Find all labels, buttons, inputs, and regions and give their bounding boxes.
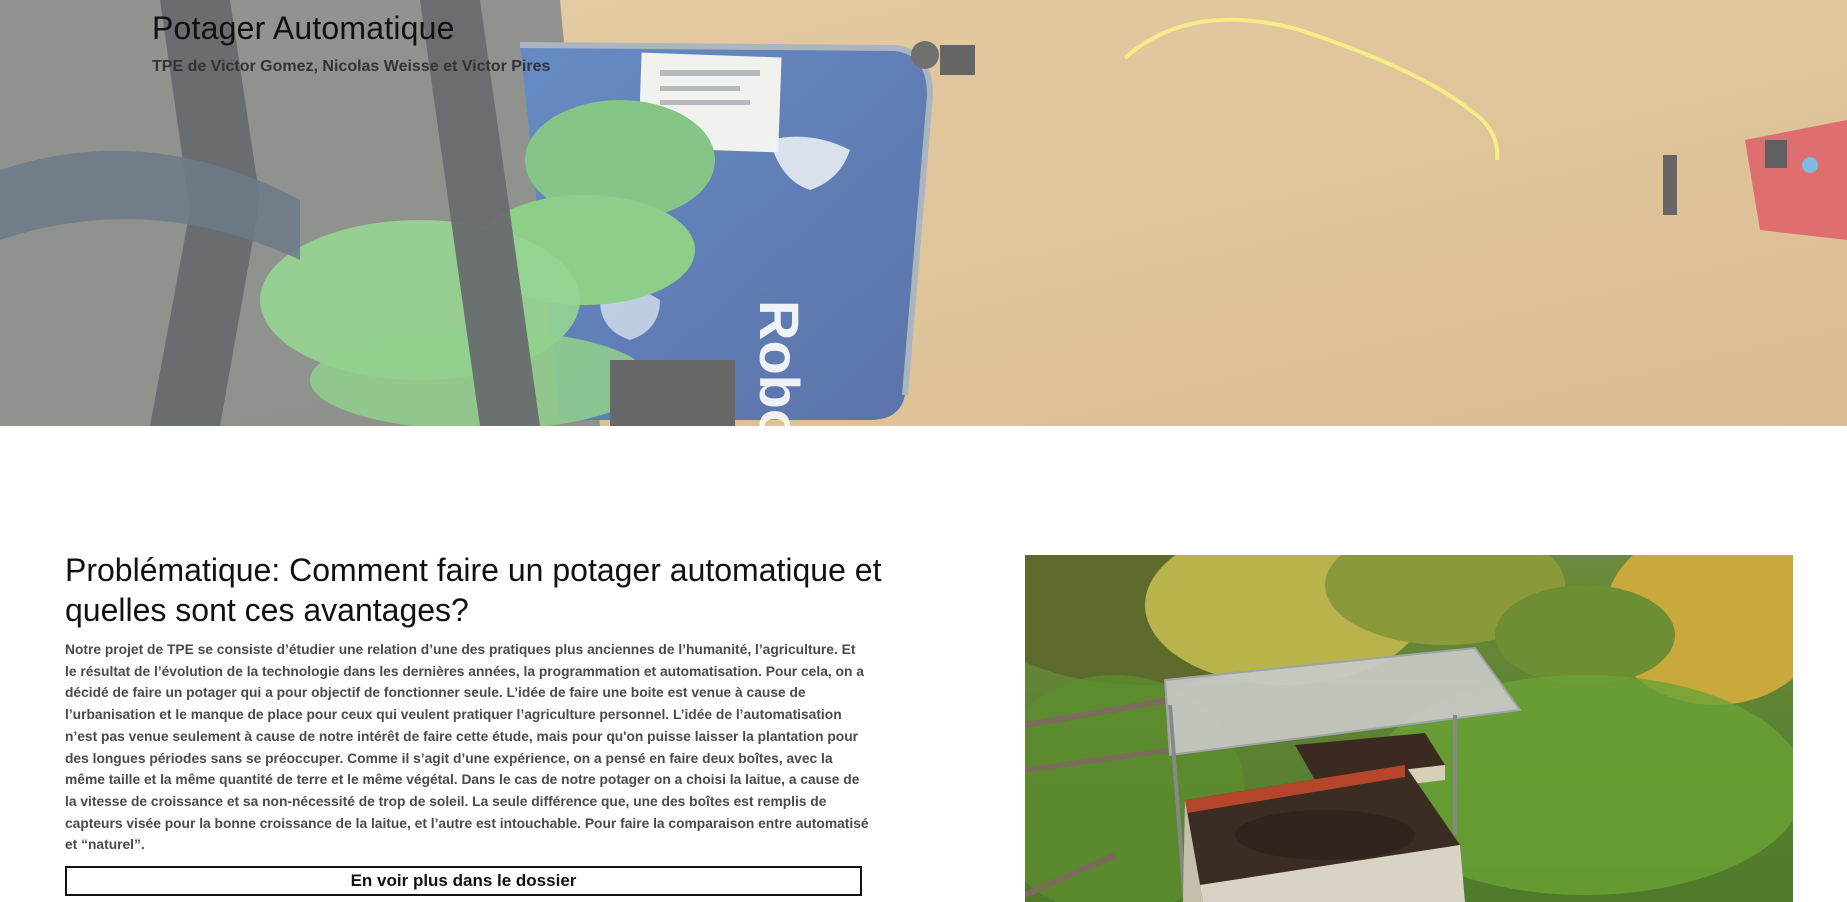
garden-boxes-photo-icon — [1025, 555, 1793, 902]
page-subtitle: TPE de Victor Gomez, Nicolas Weisse et V… — [152, 58, 551, 75]
hero-banner: Robot Potager Automatique TPE de Victor … — [0, 0, 1847, 426]
problem-heading: Problématique: Comment faire un potager … — [65, 552, 882, 628]
robot-box-label: Robot — [748, 300, 811, 426]
see-more-dossier-button[interactable]: En voir plus dans le dossier — [65, 866, 862, 896]
garden-photo — [1025, 555, 1793, 902]
problem-paragraph: Notre projet de TPE se consiste d’étudie… — [65, 642, 869, 853]
page-title: Potager Automatique — [152, 10, 455, 46]
